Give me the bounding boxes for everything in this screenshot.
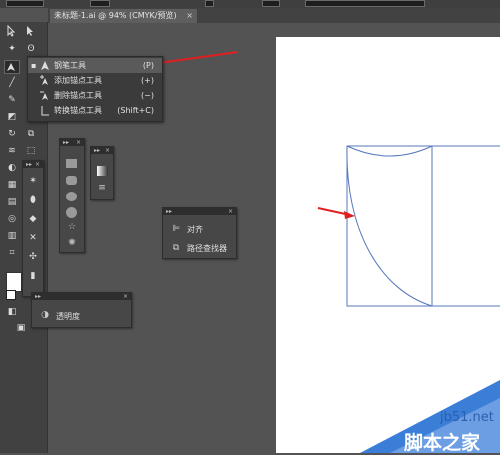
fill-color-swatch[interactable]	[6, 272, 22, 292]
pathfinder-icon: ⧉	[172, 243, 180, 253]
default-colors-icon[interactable]	[6, 290, 16, 300]
flyout-item-add-anchor[interactable]: 添加锚点工具 (+)	[28, 73, 162, 88]
stroke-icon[interactable]: ≡	[95, 182, 109, 194]
panel-header[interactable]: ▸▸ ×	[23, 161, 43, 168]
transparency-panel: ▸▸ × ◑ 透明度	[31, 292, 132, 328]
screen-mode-icon[interactable]: ▣	[14, 322, 28, 334]
selection-tool-icon[interactable]	[5, 25, 19, 37]
flyout-item-convert-anchor[interactable]: 转换锚点工具 (Shift+C)	[28, 103, 162, 118]
flare-tool-icon[interactable]: ✺	[65, 237, 79, 249]
star-tool-icon[interactable]: ☆	[65, 221, 79, 233]
lasso-icon[interactable]: ʘ	[24, 43, 38, 55]
flyout-item-delete-anchor[interactable]: 删除锚点工具 (−)	[28, 88, 162, 103]
panel-header[interactable]: ▸▸ ×	[32, 293, 131, 300]
panel-header[interactable]: ▸▸ ×	[163, 208, 236, 215]
align-icon: ⊫	[172, 224, 180, 234]
delete-anchor-icon	[40, 91, 48, 100]
tool-icon[interactable]: ✶	[26, 175, 40, 187]
polygon-tool-icon[interactable]	[66, 207, 77, 218]
shape-builder-icon[interactable]: ◐	[5, 162, 19, 174]
tool-icon[interactable]: ◆	[26, 213, 40, 225]
panel-header[interactable]: ▸▸ ×	[91, 147, 113, 154]
warp-icon[interactable]: ≋	[5, 145, 19, 157]
blend-icon[interactable]: ◎	[5, 213, 19, 225]
color-mode-icon[interactable]: ◧	[5, 306, 19, 318]
add-anchor-icon	[40, 75, 48, 85]
perspective-grid-icon[interactable]: ▦	[5, 179, 19, 191]
tool-icon[interactable]: ▮	[26, 270, 40, 282]
pen-tool-flyout: ▪ 钢笔工具 (P) 添加锚点工具 (+) 删除锚点工具 (−) 转换锚点工具 …	[27, 56, 163, 122]
eraser-icon[interactable]: ◩	[5, 111, 19, 123]
tool-icon[interactable]: ✕	[26, 232, 40, 244]
free-transform-icon[interactable]: ⬚	[24, 145, 38, 157]
pen-icon	[41, 61, 49, 70]
flyout-item-pen[interactable]: ▪ 钢笔工具 (P)	[28, 58, 162, 73]
rounded-rectangle-icon[interactable]	[66, 176, 77, 185]
column-graph-icon[interactable]: ▥	[5, 230, 19, 242]
direct-selection-tool-icon[interactable]	[24, 25, 38, 37]
scale-icon[interactable]: ⧉	[24, 128, 38, 140]
gradient-stroke-panel: ▸▸ × ≡	[90, 146, 114, 200]
curve-path[interactable]	[346, 145, 433, 307]
ellipse-tool-icon[interactable]	[66, 192, 77, 201]
red-arrow-head	[344, 211, 355, 219]
align-pathfinder-panel: ▸▸ × ⊫ 对齐 ⧉ 路径查找器	[162, 207, 237, 259]
tool-icon[interactable]: ✣	[26, 251, 40, 263]
transparency-icon: ◑	[41, 310, 49, 320]
line-tool-icon[interactable]: ╱	[5, 77, 19, 89]
tool-icon[interactable]: ⬮	[26, 194, 40, 206]
convert-anchor-icon	[41, 106, 49, 116]
watermark-name: 脚本之家	[404, 432, 481, 454]
rotate-icon[interactable]: ↻	[5, 128, 19, 140]
curve-path[interactable]	[346, 145, 433, 157]
rectangle-path[interactable]	[346, 145, 433, 307]
gradient-icon[interactable]: ▤	[5, 196, 19, 208]
magic-wand-icon[interactable]: ✦	[5, 43, 19, 55]
panel-header[interactable]: ▸▸ ×	[60, 139, 84, 146]
gradient-icon[interactable]	[97, 166, 108, 176]
watermark-site: jb51.net	[440, 410, 494, 425]
paintbrush-icon[interactable]: ✎	[5, 94, 19, 106]
rectangle-tool-icon[interactable]	[66, 159, 77, 168]
shape-tools-panel: ▸▸ × ☆ ✺	[59, 138, 85, 253]
pen-tool-icon[interactable]	[4, 60, 20, 74]
align-panel-label[interactable]: 对齐	[187, 224, 203, 236]
pathfinder-panel-label[interactable]: 路径查找器	[187, 243, 227, 255]
slice-icon[interactable]: ⌗	[5, 247, 19, 259]
transparency-panel-label[interactable]: 透明度	[56, 311, 80, 323]
tearoff-tools-panel: ▸▸ × ✶ ⬮ ◆ ✕ ✣ ▮	[22, 160, 44, 297]
